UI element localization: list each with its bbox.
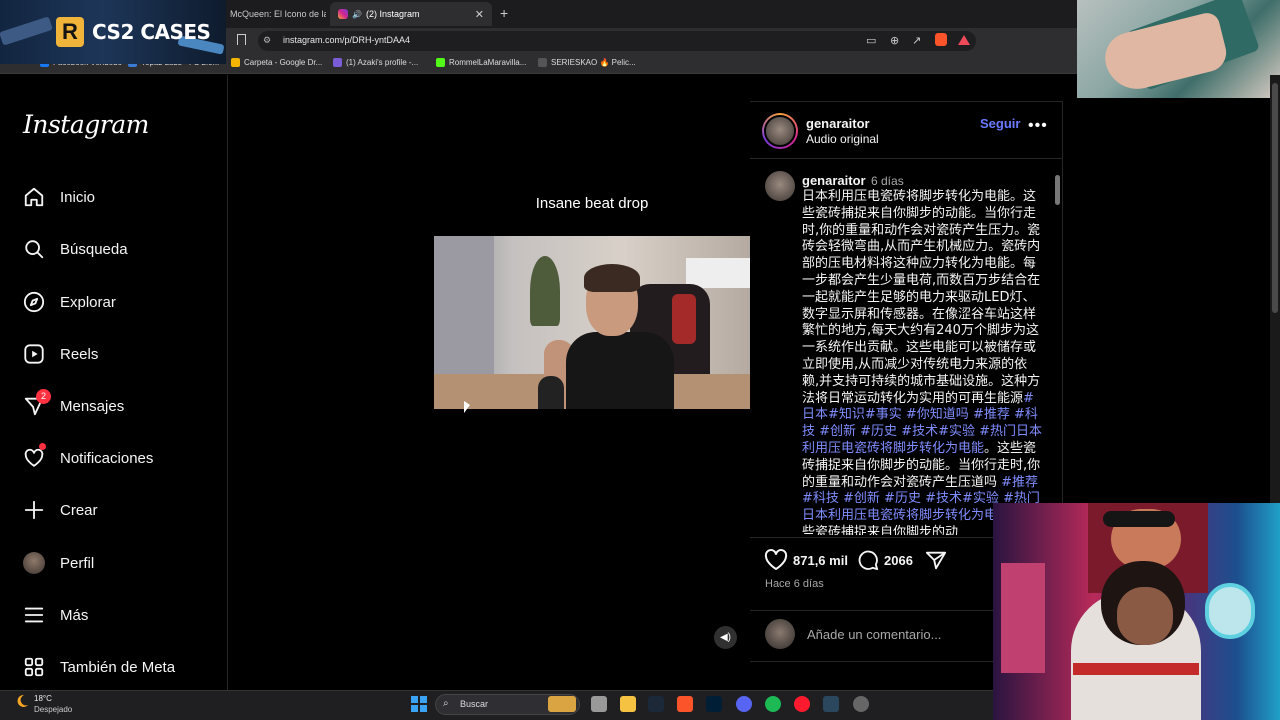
profile-icon [333, 58, 342, 67]
cast-icon[interactable]: ▭ [866, 34, 876, 47]
webcam-overlay [993, 503, 1280, 720]
nav-item-busqueda[interactable]: Búsqueda [22, 236, 128, 262]
video-caption: Insane beat drop [535, 195, 649, 212]
weather-temperature[interactable]: 18°C [34, 694, 52, 703]
speaker-icon[interactable]: 🔊 [352, 10, 362, 19]
bookmark-item[interactable]: RommelLaMaravilla... [436, 58, 526, 67]
task-view-icon[interactable] [591, 696, 607, 712]
brave-icon[interactable] [677, 696, 693, 712]
nav-item-tambien-de-meta[interactable]: También de Meta [22, 654, 175, 680]
nav-item-perfil[interactable]: Perfil [22, 550, 94, 576]
comments-scrollbar[interactable] [1054, 163, 1062, 537]
zoom-icon[interactable]: ⊕ [890, 34, 899, 47]
share-icon[interactable] [925, 549, 947, 571]
nav-item-crear[interactable]: Crear [22, 497, 98, 523]
app-icon[interactable] [853, 696, 869, 712]
home-icon [22, 185, 46, 209]
banner-text: CS2 CASES [92, 20, 211, 44]
plus-icon [22, 498, 46, 522]
nav-item-mas[interactable]: Más [22, 602, 88, 628]
comment-avatar[interactable] [765, 171, 795, 201]
hand-graphic [1099, 10, 1231, 96]
add-comment-input[interactable]: Añade un comentario... [807, 627, 941, 642]
brave-shields-icon[interactable] [935, 33, 947, 46]
video-frame [434, 236, 750, 409]
file-explorer-icon[interactable] [620, 696, 636, 712]
nav-item-explorar[interactable]: Explorar [22, 289, 116, 315]
search-highlight-icon[interactable] [548, 696, 576, 712]
steam-icon[interactable] [823, 696, 839, 712]
bookmark-item[interactable]: Carpeta - Google Dr... [231, 58, 322, 67]
reels-icon [22, 342, 46, 366]
viewer-avatar [765, 619, 795, 649]
mouse-cursor-icon [464, 401, 470, 413]
bookmark-item[interactable]: (1) Azaki's profile -... [333, 58, 418, 67]
comment-time: 6 días [871, 174, 904, 188]
like-icon[interactable] [764, 549, 788, 571]
mute-toggle-icon[interactable]: ◀) [714, 626, 737, 649]
weather-icon[interactable] [14, 693, 30, 709]
tab-label: McQueen: El Icono de la M [230, 9, 326, 19]
comments-count: 2066 [884, 553, 913, 568]
brave-rewards-icon[interactable] [958, 35, 970, 45]
unread-badge: 2 [36, 389, 51, 404]
messenger-icon: 2 [22, 389, 51, 418]
new-tab-icon[interactable]: + [500, 5, 508, 21]
avatar [22, 551, 46, 575]
cs2-cases-banner: R CS2 CASES [0, 0, 226, 64]
photoshop-icon[interactable] [706, 696, 722, 712]
bookmark-icon[interactable] [237, 34, 246, 45]
instagram-favicon-icon [338, 9, 348, 19]
tab-label: (2) Instagram [365, 9, 420, 19]
spotify-icon[interactable] [765, 696, 781, 712]
compass-icon [22, 290, 46, 314]
comment-icon[interactable] [857, 549, 879, 571]
kick-icon [436, 58, 445, 67]
overlay-video-thumbnail [1077, 0, 1280, 98]
bookmark-item[interactable]: SERIESKAO 🔥 Pelic... [538, 58, 636, 67]
close-tab-icon[interactable]: ✕ [475, 8, 484, 21]
nav-item-inicio[interactable]: Inicio [22, 184, 95, 210]
taskbar-search-label: Buscar [460, 699, 489, 709]
caption-text: 日本利用压电瓷砖将脚步转化为电能。这些瓷砖捕捉来自你脚步的动能。当你行走时,你的… [802, 189, 1042, 535]
menu-icon [22, 603, 46, 627]
audio-label[interactable]: Audio original [806, 132, 879, 146]
discord-icon[interactable] [736, 696, 752, 712]
site-info-icon[interactable]: ⚙ [263, 35, 271, 46]
heart-icon [22, 443, 46, 470]
share-page-icon[interactable]: ↗ [912, 34, 921, 47]
author-username[interactable]: genaraitor [806, 116, 870, 131]
instagram-logo[interactable]: Instagram [23, 110, 149, 139]
author-avatar[interactable] [762, 113, 798, 149]
opera-icon[interactable] [794, 696, 810, 712]
tab-mcqueen[interactable]: McQueen: El Icono de la M [222, 2, 326, 26]
follow-button[interactable]: Seguir [980, 116, 1020, 131]
rifle-graphic [0, 16, 53, 46]
search-icon [22, 237, 46, 261]
google-drive-icon [231, 58, 240, 67]
search-icon: ⌕ [443, 698, 449, 709]
nav-item-reels[interactable]: Reels [22, 341, 98, 367]
instagram-sidebar [0, 75, 228, 690]
meta-grid-icon [22, 655, 46, 679]
url-text[interactable]: instagram.com/p/DRH-yntDAA4 [283, 35, 410, 45]
more-options-icon[interactable]: ••• [1028, 117, 1048, 135]
notification-dot [39, 443, 46, 450]
posted-time: Hace 6 días [765, 578, 824, 590]
screen: McQueen: El Icono de la M 🔊 (2) Instagra… [0, 0, 1280, 720]
tab-instagram[interactable]: 🔊 (2) Instagram ✕ [330, 2, 492, 26]
steam-icon[interactable] [648, 696, 664, 712]
nav-item-notificaciones[interactable]: Notificaciones [22, 443, 153, 471]
serieskao-icon [538, 58, 547, 67]
weather-description[interactable]: Despejado [34, 705, 72, 714]
nav-item-mensajes[interactable]: 2 Mensajes [22, 389, 124, 419]
comment-username[interactable]: genaraitor [802, 173, 866, 188]
reel-video[interactable]: Insane beat drop [434, 101, 750, 662]
windows-start-icon[interactable] [411, 696, 427, 712]
banner-logo: R [56, 17, 84, 47]
likes-count[interactable]: 871,6 mil [793, 553, 848, 568]
